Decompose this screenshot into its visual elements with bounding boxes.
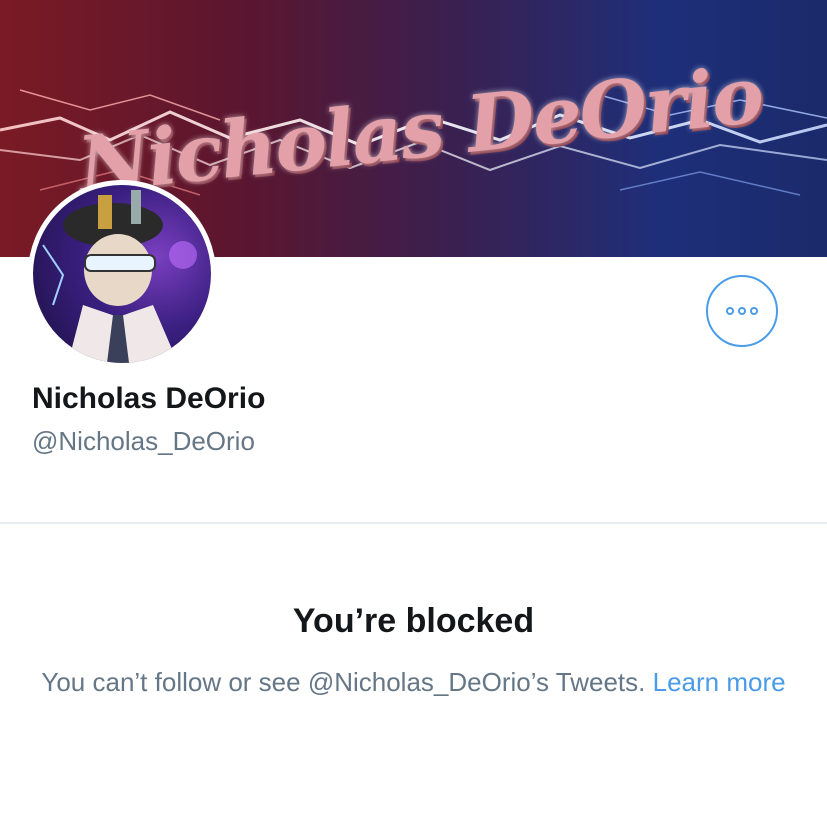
avatar-image	[33, 185, 211, 363]
learn-more-link[interactable]: Learn more	[653, 667, 786, 697]
more-options-button[interactable]	[706, 275, 778, 347]
avatar-illustration	[42, 190, 197, 363]
profile-page: Nicholas DeOrio Nicholas DeOrio @Nichola…	[0, 0, 827, 828]
avatar[interactable]	[28, 180, 216, 368]
blocked-message-container: You can’t follow or see @Nicholas_DeOrio…	[30, 664, 797, 700]
divider	[0, 522, 827, 524]
blocked-title: You’re blocked	[292, 602, 535, 640]
more-horizontal-icon-dot	[738, 307, 746, 315]
more-horizontal-icon	[726, 307, 734, 315]
more-horizontal-icon-dot	[750, 307, 758, 315]
display-name: Nicholas DeOrio	[32, 382, 266, 415]
blocked-message: You can’t follow or see @Nicholas_DeOrio…	[41, 667, 646, 697]
user-handle: @Nicholas_DeOrio	[32, 426, 255, 456]
